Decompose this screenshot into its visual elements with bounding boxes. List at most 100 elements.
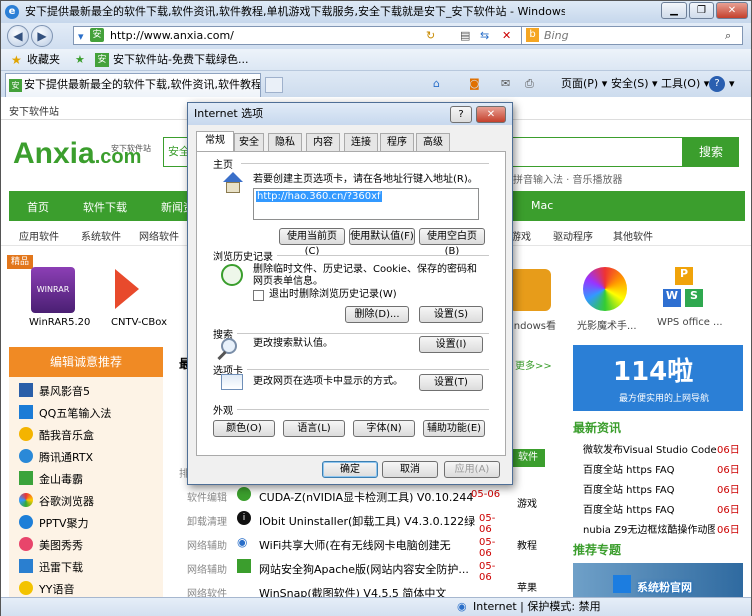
editor-item[interactable]: PPTV聚力 [39,515,89,531]
editor-item[interactable]: YY语音 [39,581,74,597]
colors-button[interactable]: 颜色(O) [213,420,275,437]
editor-item[interactable]: 暴风影音5 [39,383,90,399]
news-item[interactable]: nubia Z9无边框炫酷操作动图图 [583,521,715,536]
address-bar[interactable]: ▾ 安 http://www.anxia.com/ ↻ ▤ ⇆ ✕ [73,26,523,45]
minimize-button[interactable]: ▁ [661,2,687,19]
photo-tool-icon[interactable] [583,267,627,311]
site-search-input-tail[interactable] [513,137,683,167]
news-item[interactable]: 微软发布Visual Studio Code [583,441,717,456]
tools-menu[interactable]: 工具(O) ▾ [661,71,709,97]
editor-item[interactable]: 酷我音乐盒 [39,427,94,443]
mail-icon[interactable]: ✉ [501,71,510,97]
tabs-settings-button[interactable]: 设置(T) [419,374,483,391]
app-winrar[interactable]: WinRAR5.20 [29,317,90,328]
apply-button[interactable]: 应用(A) [444,461,500,478]
reload-button[interactable]: ⇆ [480,27,489,44]
add-favorite-icon[interactable]: ★ [75,49,85,71]
windows-app-icon[interactable] [509,269,551,311]
stop-button[interactable]: ✕ [502,27,511,44]
use-blank-button[interactable]: 使用空白页(B) [419,228,485,257]
home-icon[interactable]: ⌂ [433,71,440,97]
print-icon[interactable]: ⎙ [525,71,534,97]
cat-drivers[interactable]: 驱动程序 [553,228,593,243]
editor-item[interactable]: QQ五笔输入法 [39,405,111,421]
row-name[interactable]: IObit Uninstaller(卸载工具) V4.3.0.122绿 [259,513,475,529]
help-menu[interactable]: ? [709,76,725,92]
favorite-link[interactable]: 安下软件站-免费下载绿色... [113,49,248,71]
app-photo[interactable]: 光影魔术手... [577,317,637,332]
zone-text[interactable]: Internet | 保护模式: 禁用 [473,598,601,616]
fonts-button[interactable]: 字体(N) [353,420,415,437]
favorites-button[interactable]: 收藏夹 [27,49,60,71]
news-item[interactable]: 百度全站 https FAQ [583,481,674,496]
news-item[interactable]: 百度全站 https FAQ [583,501,674,516]
safety-menu[interactable]: 安全(S) ▾ [611,71,658,97]
editor-item[interactable]: 腾讯通RTX [39,449,93,465]
wps-icon[interactable]: P W S [661,267,705,311]
search-box[interactable]: b Bing ⌕ [521,26,743,45]
use-current-button[interactable]: 使用当前页(C) [279,228,345,257]
refresh-icon[interactable]: ↻ [426,27,435,44]
dialog-help-button[interactable]: ? [450,106,472,123]
row-name[interactable]: WinSnap(截图软件) V4.5.5 简体中文 [259,585,475,597]
tab-content[interactable]: 内容 [306,133,340,151]
row-name[interactable]: 网站安全狗Apache版(网站内容安全防护... [259,561,475,577]
ad-banner[interactable]: 114啦 最方便实用的上网导航 [573,345,743,411]
editor-item[interactable]: 谷歌浏览器 [39,493,94,509]
page-menu[interactable]: 页面(P) ▾ [561,71,607,97]
delete-on-exit-checkbox[interactable] [253,290,264,301]
tab-connections[interactable]: 连接 [344,133,378,151]
dialog-close-button[interactable]: ✕ [476,106,506,123]
home-url-textarea[interactable]: http://hao.360.cn/?360xf [253,188,479,220]
nav-home[interactable]: 首页 [27,199,49,215]
history-settings-button[interactable]: 设置(S) [419,306,483,323]
close-window-button[interactable]: ✕ [716,2,748,19]
hot-links[interactable]: 拼音输入法 · 音乐播放器 [513,171,623,186]
side-tab-software[interactable]: 软件 [511,449,545,467]
back-button[interactable]: ◀ [7,25,29,47]
nav-mac[interactable]: Mac [531,199,553,212]
site-search-button[interactable]: 搜索 [683,137,739,167]
maximize-button[interactable]: ❐ [689,2,714,19]
cat-games[interactable]: 游戏 [511,228,531,243]
editor-item[interactable]: 金山毒霸 [39,471,83,487]
active-tab[interactable]: 安 安下提供最新最全的软件下载,软件资讯,软件教程.... [5,73,261,97]
rss-icon[interactable]: ▤ [460,27,470,44]
help-menu-arrow[interactable]: ▾ [729,71,735,97]
news-item[interactable]: 百度全站 https FAQ [583,461,674,476]
app-cbox[interactable]: CNTV-CBox [111,317,167,328]
cat-other[interactable]: 其他软件 [613,228,653,243]
search-settings-button[interactable]: 设置(I) [419,336,483,353]
more-link[interactable]: 更多>> [515,357,552,372]
tab-advanced[interactable]: 高级 [416,133,450,151]
accessibility-button[interactable]: 辅助功能(E) [423,420,485,437]
row-name[interactable]: CUDA-Z(nVIDIA显卡检测工具) V0.10.244 [259,489,473,505]
cancel-button[interactable]: 取消 [382,461,438,478]
side-tab-games[interactable]: 游戏 [517,495,537,510]
feeds-icon[interactable]: ◙ [469,71,480,97]
tab-privacy[interactable]: 隐私 [268,133,302,151]
winrar-icon[interactable]: WINRAR [31,267,75,313]
app-windows[interactable]: indows看 [511,317,556,332]
tab-general[interactable]: 常规 [196,131,234,152]
cat-apps[interactable]: 应用软件 [19,228,59,243]
editor-item[interactable]: 美图秀秀 [39,537,83,553]
editor-item[interactable]: 迅雷下载 [39,559,83,575]
cbox-icon[interactable] [115,269,139,309]
side-tab-apple[interactable]: 苹果 [517,579,537,594]
search-icon[interactable]: ⌕ [725,27,731,44]
languages-button[interactable]: 语言(L) [283,420,345,437]
ok-button[interactable]: 确定 [322,461,378,478]
cat-network[interactable]: 网络软件 [139,228,179,243]
forward-button[interactable]: ▶ [31,25,53,47]
app-wps[interactable]: WPS office ... [657,317,723,328]
new-tab-button[interactable] [265,77,283,93]
row-name[interactable]: WiFi共享大师(在有无线网卡电脑创建无 [259,537,475,553]
side-tab-tutorial[interactable]: 教程 [517,537,537,552]
cat-system[interactable]: 系统软件 [81,228,121,243]
tab-programs[interactable]: 程序 [380,133,414,151]
tab-security[interactable]: 安全 [234,133,264,151]
use-default-button[interactable]: 使用默认值(F) [349,228,415,245]
nav-download[interactable]: 软件下载 [83,199,127,215]
delete-history-button[interactable]: 删除(D)... [345,306,409,323]
